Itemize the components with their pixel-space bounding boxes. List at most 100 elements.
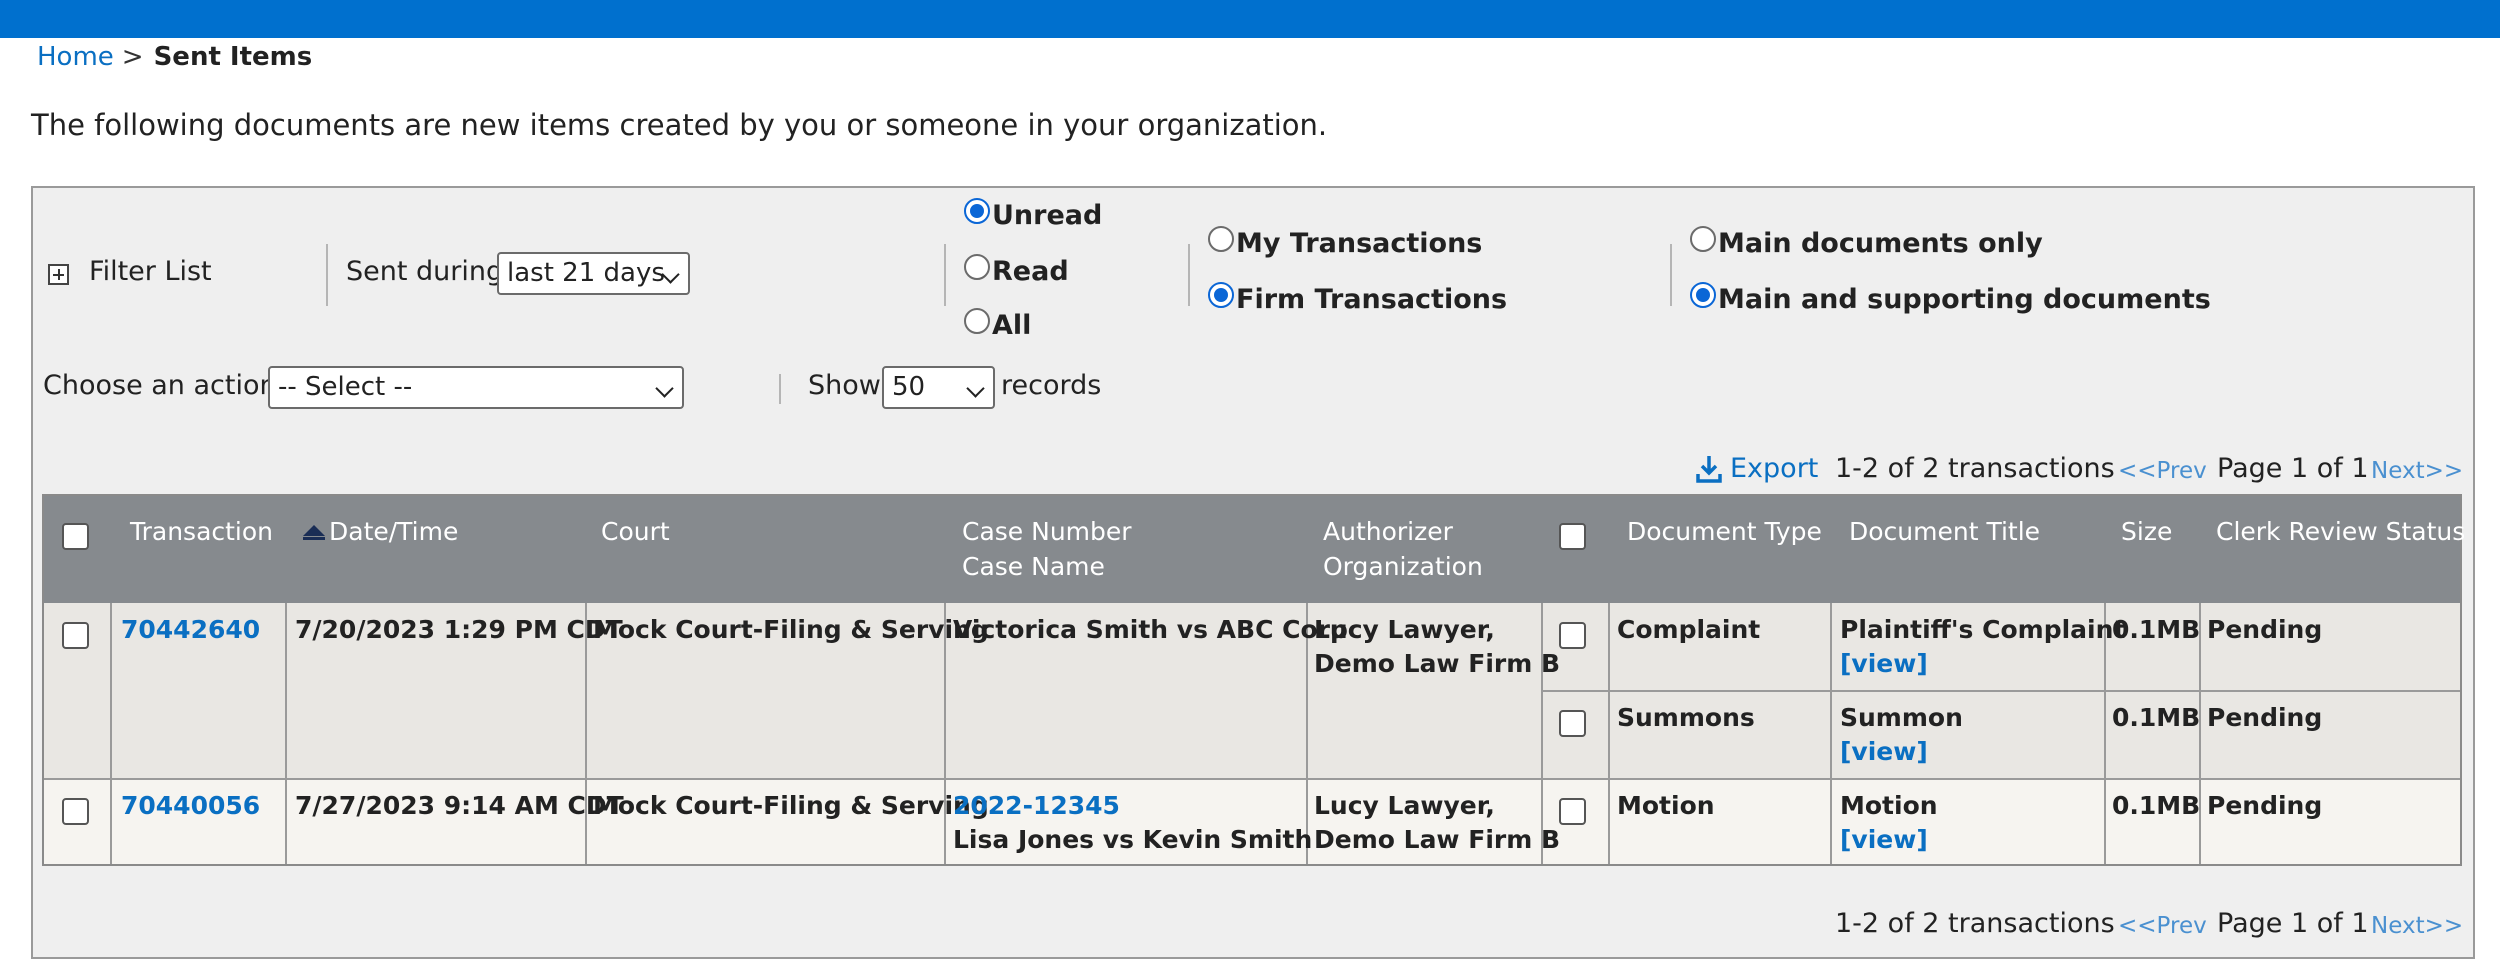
page-indicator: Page 1 of 1 [2217,453,2369,484]
action-select-value: -- Select -- [278,372,413,402]
show-label: Show [808,370,881,401]
column-header-court[interactable]: Court [601,514,670,549]
document-select-checkbox[interactable] [1559,622,1586,649]
column-header-datetime[interactable]: Date/Time [329,514,458,549]
sort-ascending-icon-base [303,537,325,540]
case-name-cell: Victorica Smith vs ABC Corp [953,615,1348,644]
sent-during-label: Sent during [346,256,504,287]
records-label: records [1001,370,1102,401]
transaction-link[interactable]: 70442640 [121,613,260,647]
row-select-checkbox[interactable] [62,798,89,825]
document-select-checkbox[interactable] [1559,798,1586,825]
size-cell: 0.1MB [2112,703,2201,732]
authorizer-cell: Lucy Lawyer, [1314,791,1495,820]
filter-list-label[interactable]: Filter List [89,256,212,287]
organization-cell: Demo Law Firm B [1314,825,1561,854]
select-all-checkbox[interactable] [62,523,89,550]
sent-during-select[interactable]: last 21 days [497,252,690,295]
view-document-link[interactable]: [view] [1840,735,1928,769]
document-title-cell: Plaintiff's Complaint [1840,615,2126,644]
transaction-count-bottom: 1-2 of 2 transactions [1835,908,2115,939]
divider [1670,244,1672,306]
transaction-count: 1-2 of 2 transactions [1835,453,2115,484]
page-indicator-bottom: Page 1 of 1 [2217,908,2369,939]
sent-during-value: last 21 days [507,258,665,288]
radio-read[interactable] [964,254,990,280]
records-per-page-select[interactable]: 50 [882,366,995,409]
table-header: Transaction Date/Time Court Case Number … [44,496,2465,603]
document-select-checkbox[interactable] [1559,710,1586,737]
status-cell: Pending [2207,615,2323,644]
column-header-transaction[interactable]: Transaction [130,514,273,549]
radio-all[interactable] [964,308,990,334]
column-divider [1830,603,1832,864]
divider [1188,244,1190,306]
prev-page-link[interactable]: <<Prev [2118,458,2207,484]
size-cell: 0.1MB [2112,791,2201,820]
breadcrumb-current: Sent Items [153,42,313,72]
document-title-cell: Motion [1840,791,1938,820]
organization-cell: Demo Law Firm B [1314,649,1561,678]
authorizer-cell: Lucy Lawyer, [1314,615,1495,644]
radio-my-transactions-label[interactable]: My Transactions [1236,228,1482,259]
breadcrumb-home-link[interactable]: Home [37,42,114,72]
document-type-cell: Motion [1617,791,1715,820]
next-page-link[interactable]: Next>> [2371,458,2463,484]
datetime-cell: 7/20/2023 1:29 PM CDT [295,615,623,644]
page-intro: The following documents are new items cr… [31,108,1328,142]
transaction-link[interactable]: 70440056 [121,789,260,823]
records-per-page-value: 50 [892,372,926,402]
column-header-organization[interactable]: Organization [1323,549,1483,584]
column-divider [110,603,112,864]
radio-main-documents-only[interactable] [1690,226,1716,252]
divider [944,244,946,306]
document-title-cell: Summon [1840,703,1963,732]
status-cell: Pending [2207,791,2323,820]
datetime-cell: 7/27/2023 9:14 AM CDT [295,791,624,820]
column-header-case-number[interactable]: Case Number [962,514,1132,549]
divider [326,244,328,306]
column-header-authorizer[interactable]: Authorizer [1323,514,1453,549]
expand-filter-icon[interactable] [48,264,69,285]
row-divider [1541,690,2460,692]
radio-firm-transactions-label[interactable]: Firm Transactions [1236,284,1507,315]
download-icon[interactable] [1696,454,1722,484]
chevron-down-icon [966,379,985,398]
radio-my-transactions[interactable] [1208,226,1234,252]
action-select[interactable]: -- Select -- [268,366,684,409]
choose-action-label: Choose an action: [43,370,286,401]
breadcrumb: Home > Sent Items [37,38,312,76]
chevron-down-icon [655,379,674,398]
view-document-link[interactable]: [view] [1840,647,1928,681]
status-cell: Pending [2207,703,2323,732]
column-header-size[interactable]: Size [2121,514,2172,549]
export-link[interactable]: Export [1730,453,1818,484]
prev-page-link-bottom[interactable]: <<Prev [2118,913,2207,939]
radio-read-label[interactable]: Read [992,256,1069,287]
column-header-clerk-status[interactable]: Clerk Review Status [2216,514,2465,549]
column-header-document-title[interactable]: Document Title [1849,514,2040,549]
radio-main-and-supporting-label[interactable]: Main and supporting documents [1718,284,2211,315]
radio-main-and-supporting[interactable] [1690,282,1716,308]
column-header-document-type[interactable]: Document Type [1627,514,1822,549]
top-bar [0,0,2500,38]
divider [779,374,781,404]
next-page-link-bottom[interactable]: Next>> [2371,913,2463,939]
case-number-link[interactable]: 2022-12345 [953,789,1120,823]
sort-ascending-icon[interactable] [303,525,325,536]
row-divider [44,778,2460,780]
row-select-checkbox[interactable] [62,622,89,649]
size-cell: 0.1MB [2112,615,2201,644]
document-type-cell: Summons [1617,703,1755,732]
breadcrumb-separator: > [121,42,144,72]
column-header-case-name[interactable]: Case Name [962,549,1105,584]
radio-unread-label[interactable]: Unread [992,200,1102,231]
column-divider [1608,603,1610,864]
view-document-link[interactable]: [view] [1840,823,1928,857]
radio-main-documents-only-label[interactable]: Main documents only [1718,228,2043,259]
select-all-documents-checkbox[interactable] [1559,523,1586,550]
radio-all-label[interactable]: All [992,310,1031,341]
column-divider [285,603,287,864]
radio-firm-transactions[interactable] [1208,282,1234,308]
radio-unread[interactable] [964,198,990,224]
